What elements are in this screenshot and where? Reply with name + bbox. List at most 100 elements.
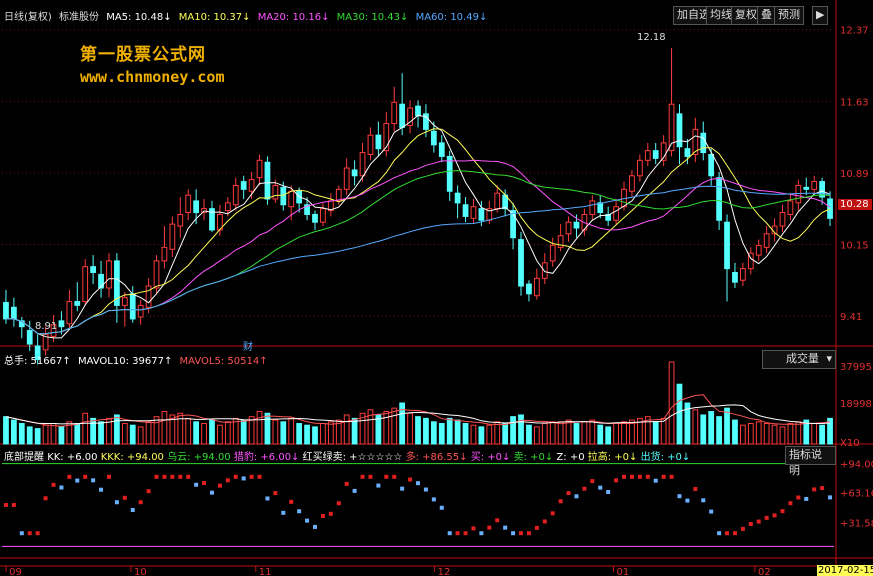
indicator-dot [772,513,777,518]
up-candle [779,212,786,227]
volume-bar [280,421,287,445]
indicator-dot [122,495,127,500]
volume-bar [573,423,580,445]
up-candle [787,200,794,215]
volume-bar [288,417,295,445]
up-candle [763,233,770,248]
volume-bar [98,421,104,445]
up-candle [613,206,619,221]
volume-bar [541,423,548,445]
indicator-tick-label: +31.58 [840,518,873,529]
down-candle [193,200,200,214]
ma-legend-2: MA20: 10.16↓ [257,12,330,23]
indicator-dot [217,483,222,488]
indicator-dot [582,486,587,491]
indicator-dot [828,495,833,500]
price-tick-label: 10.15 [840,240,869,251]
volume-bar [763,423,770,445]
indicator-dot [392,474,397,479]
forecast-button[interactable]: 预测 [774,6,804,25]
down-candle [90,266,97,273]
ind-11: 出货: +0↓ [640,452,691,463]
ind-6: 多: +86.55↓ [405,452,468,463]
up-candle [494,192,501,210]
chart-header: 日线(复权) 标准股份 MA5: 10.48↓ MA10: 10.37↓ MA2… [4,8,487,23]
period-label[interactable]: 日线(复权) [4,12,52,23]
indicator-dot [677,494,682,499]
down-candle [58,320,65,328]
indicator-help-button[interactable]: 指标说明 [785,446,836,477]
down-candle [74,301,81,306]
indicator-dot [241,476,246,481]
down-candle [26,330,33,345]
down-candle [280,186,287,206]
indicator-dot [416,481,420,486]
up-candle [811,181,818,190]
down-candle [478,208,485,221]
volume-bar [42,424,49,445]
ma-legend-1: MA10: 10.37↓ [178,12,251,23]
price-tick-label: 10.89 [840,169,869,180]
up-candle [549,244,556,262]
ind-10: 拉高: +0↓ [587,452,638,463]
indicator-dot [788,501,793,506]
down-candle [438,142,445,157]
volume-bar [454,419,461,445]
up-candle [755,244,762,256]
ind-4: 猎豹: +6.00↓ [233,452,300,463]
up-candle [248,179,255,192]
indicator-dot [669,474,674,479]
up-candle [644,150,651,161]
indicator-dot [709,509,714,514]
indicator-dot [91,478,96,483]
volume-legend: 总手: 51667↑ MAVOL10: 39677↑ MAVOL5: 50514… [4,352,268,367]
volume-bar [470,424,477,445]
down-candle [399,103,406,128]
current-date-label: 2017-02-15 [817,565,873,576]
indicator-dot [162,474,167,479]
volume-bar [327,421,334,445]
chevron-down-icon: ▾ [826,352,832,365]
indicator-dot [59,485,64,490]
volume-bar [193,421,200,445]
volume-bar [739,424,746,445]
indicator-dot [487,525,492,530]
volume-indicator-select[interactable]: 成交量 ▾ [762,350,836,369]
indicator-dot [344,481,349,486]
volume-bar [351,417,358,445]
indicator-dot [812,487,817,492]
play-button[interactable]: ▶ [812,6,829,25]
indicator-dot [289,499,294,504]
kline-chart[interactable]: 12.37 11.63 10.89 10.15 9.41 37995 18998 X10 +94… [0,0,873,576]
volume-bar [700,414,707,445]
ind-3: 乌云: +94.00 [167,452,231,463]
down-candle [684,148,691,157]
financial-marker[interactable]: 财 [243,338,253,353]
down-candle [732,271,738,283]
volume-bar [565,419,572,445]
ind-9: Z: +0 [556,452,585,463]
volume-tick-label: X10 [840,438,860,449]
up-candle [272,184,279,200]
down-candle [446,155,453,192]
up-candle [589,200,596,215]
volume-bar [129,424,136,445]
down-candle [827,198,833,219]
volume-bar [613,423,619,445]
up-candle [391,101,398,125]
indicator-dot [431,497,436,502]
down-candle [264,161,271,200]
volume-bar [114,414,120,445]
down-candle [652,150,659,159]
volume-bar [264,412,271,445]
up-candle [177,213,184,227]
price-tick-label: 11.63 [840,97,869,108]
down-candle [716,177,722,221]
date-tick-label: 11 [259,567,272,576]
ind-0: 底部提醒 [4,452,44,463]
indicator-dot [336,501,341,506]
date-tick-label: 02 [758,567,771,576]
up-candle [541,262,548,279]
indicator-dot [820,486,825,491]
volume-bar [462,423,469,445]
